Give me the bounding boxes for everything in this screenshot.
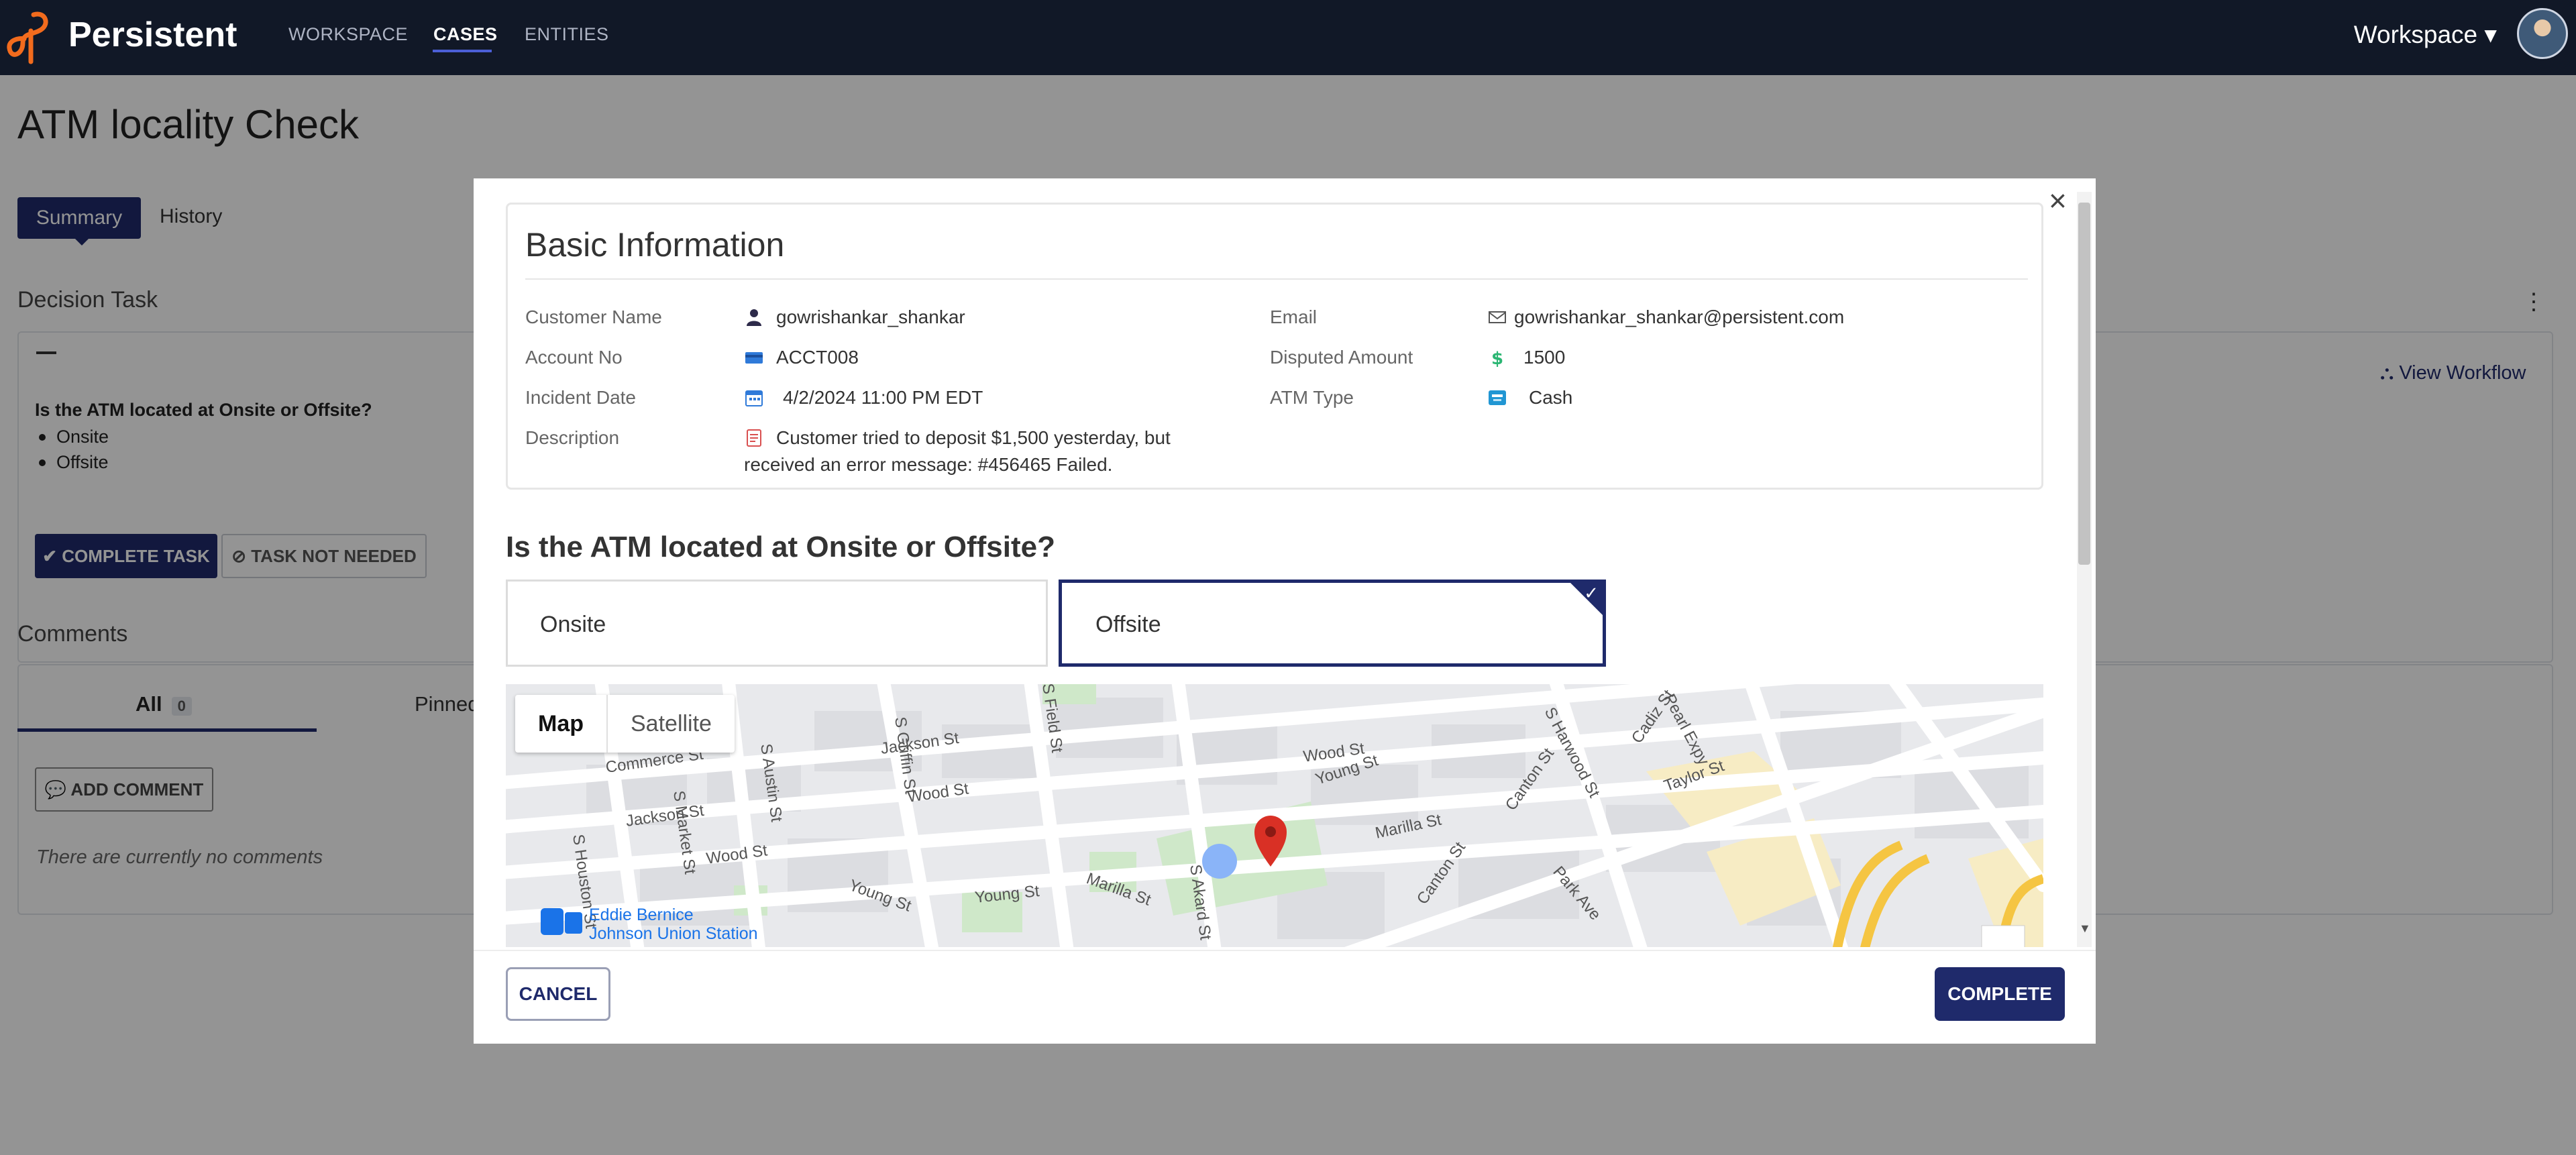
nav-workspace[interactable]: WORKSPACE [288,23,408,46]
atm-type-value: Cash [1529,387,1573,408]
close-icon[interactable]: × [2049,185,2067,216]
atm-type-label: ATM Type [1270,387,1354,408]
map-toggle-map[interactable]: Map [515,695,608,753]
option-onsite[interactable]: Onsite [506,580,1048,667]
disputed-amount-value: 1500 [1523,347,1566,368]
complete-button[interactable]: COMPLETE [1935,967,2065,1021]
atm-icon [1489,390,1506,405]
modal-scrollbar-thumb[interactable] [2078,203,2090,565]
document-icon [747,429,761,447]
workspace-menu[interactable]: Workspace ▾ [2354,20,2497,50]
basic-information-title: Basic Information [525,226,785,264]
card-icon [745,352,763,364]
scroll-down-icon[interactable]: ▼ [2079,922,2091,936]
modal-footer-divider [474,950,2096,951]
customer-name-value: gowrishankar_shankar [776,307,965,327]
map-canvas[interactable]: Commerce St Jackson St Wood St Young St … [506,684,2043,947]
svg-text:$: $ [1491,349,1503,368]
option-offsite-label: Offsite [1095,612,1161,637]
user-icon [747,309,761,326]
map-type-toggle[interactable]: Map Satellite [515,695,735,753]
top-navbar: Persistent WORKSPACE CASES ENTITIES Work… [0,0,2576,75]
nav-cases[interactable]: CASES [433,23,498,46]
nav-entities[interactable]: ENTITIES [525,23,609,46]
basic-information-card: Basic Information Customer Name gowrisha… [506,203,2043,490]
check-icon: ✓ [1584,583,1599,603]
calendar-icon [745,390,763,406]
account-no-value: ACCT008 [776,347,859,368]
cancel-button[interactable]: CANCEL [506,967,610,1021]
email-value: gowrishankar_shankar@persistent.com [1514,307,1845,327]
option-offsite[interactable]: Offsite ✓ [1059,580,1606,667]
customer-name-label: Customer Name [525,307,662,327]
option-onsite-label: Onsite [540,612,606,637]
basic-information-divider [525,278,2028,280]
incident-date-value: 4/2/2024 11:00 PM EDT [783,387,983,408]
location-map[interactable]: Commerce St Jackson St Wood St Young St … [506,684,2043,947]
decision-modal: × ▼ Basic Information Customer Name gowr… [474,178,2096,1044]
map-toggle-satellite[interactable]: Satellite [608,695,735,753]
description-value-line2: received an error message: #456465 Faile… [744,454,1113,475]
nav-active-indicator [433,50,492,52]
mail-icon [1489,311,1506,323]
incident-date-label: Incident Date [525,387,636,408]
dollar-icon: $ [1491,349,1503,368]
brand-name[interactable]: Persistent [68,13,237,56]
disputed-amount-label: Disputed Amount [1270,347,1413,368]
email-label: Email [1270,307,1318,327]
account-no-label: Account No [525,347,623,368]
svg-text:Johnson Union Station: Johnson Union Station [589,924,758,943]
avatar[interactable] [2517,8,2568,59]
description-label: Description [525,427,620,448]
svg-text:Eddie Bernice: Eddie Bernice [589,905,694,924]
description-value-line1: Customer tried to deposit $1,500 yesterd… [776,427,1171,448]
persistent-logo-icon[interactable] [4,8,55,64]
location-question: Is the ATM located at Onsite or Offsite? [506,531,1055,563]
